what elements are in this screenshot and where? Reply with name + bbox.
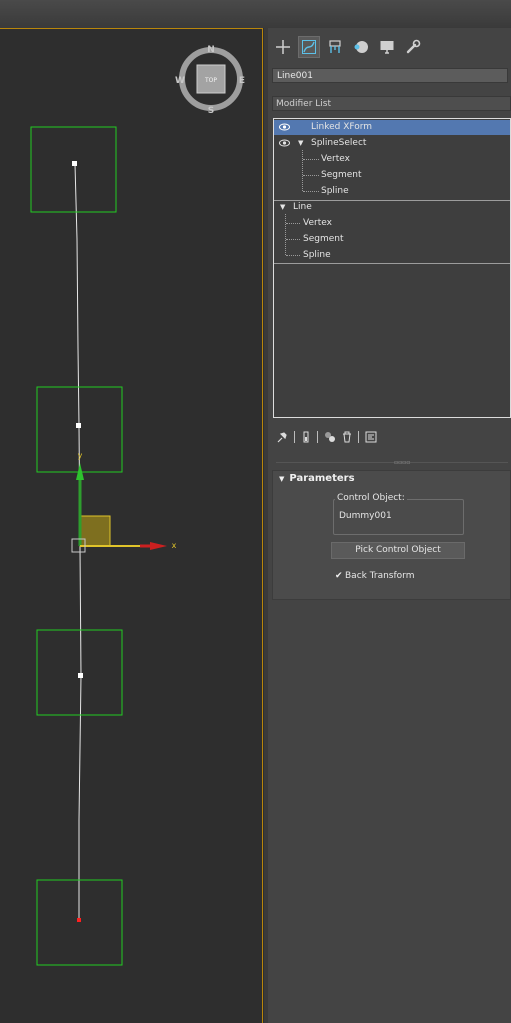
display-monitor-icon — [380, 41, 394, 54]
remove-modifier-button[interactable] — [342, 430, 352, 444]
tab-modify[interactable] — [298, 36, 320, 58]
tree-line — [303, 191, 319, 192]
stack-item-linked-xform[interactable]: Linked XForm — [274, 120, 510, 135]
modifier-list-dropdown[interactable]: Modifier List — [272, 96, 511, 111]
plus-icon — [276, 40, 290, 54]
expand-triangle-icon[interactable]: ▼ — [298, 136, 303, 151]
tree-line — [285, 214, 286, 255]
toolbar-divider — [317, 431, 318, 443]
eye-icon[interactable] — [279, 123, 290, 131]
toolbar-divider — [358, 431, 359, 443]
control-object-value: Dummy001 — [339, 511, 392, 521]
stack-item-line[interactable]: ▼ Line — [274, 200, 510, 215]
tree-line — [303, 159, 319, 160]
tree-line — [286, 239, 300, 240]
tree-line — [302, 150, 303, 191]
trash-icon — [343, 431, 351, 443]
configure-modifier-sets-button[interactable] — [365, 430, 377, 444]
stack-subitem-segment[interactable]: Segment — [303, 232, 344, 247]
checkmark-icon: ✔ — [335, 571, 343, 581]
back-transform-checkbox[interactable]: ✔ Back Transform — [335, 571, 414, 581]
tab-motion[interactable] — [350, 36, 372, 58]
eye-icon[interactable] — [279, 139, 290, 147]
stack-separator — [274, 263, 510, 264]
stack-item-splineselect[interactable]: ▼ SplineSelect — [274, 136, 510, 151]
stack-subitem-segment[interactable]: Segment — [321, 168, 362, 183]
back-transform-label: Back Transform — [345, 571, 415, 581]
stack-item-label: SplineSelect — [311, 138, 367, 148]
stack-toolbar — [276, 430, 377, 444]
tab-create[interactable] — [272, 36, 294, 58]
show-end-result-button[interactable] — [301, 430, 311, 444]
stack-item-label: Linked XForm — [311, 122, 373, 132]
tree-line — [286, 255, 300, 256]
tree-line — [286, 223, 300, 224]
stack-subitem-spline[interactable]: Spline — [303, 248, 331, 263]
stack-subitem-vertex[interactable]: Vertex — [303, 216, 332, 231]
toolbar-divider — [294, 431, 295, 443]
modify-curve-icon — [302, 40, 316, 54]
stack-subitem-spline[interactable]: Spline — [321, 184, 349, 199]
modifier-stack[interactable]: Linked XForm ▼ SplineSelect Vertex Segme… — [273, 118, 511, 418]
tab-display[interactable] — [376, 36, 398, 58]
object-name-field[interactable]: Line001 — [272, 68, 508, 83]
rollout-title: Parameters — [289, 473, 355, 484]
rollout-divider — [276, 462, 508, 463]
motion-sphere-icon — [354, 41, 368, 53]
make-unique-icon — [325, 432, 335, 442]
tab-utilities[interactable] — [402, 36, 424, 58]
control-object-label: Control Object: — [335, 493, 407, 503]
main-toolbar — [0, 0, 511, 29]
wrench-icon — [406, 39, 421, 54]
active-viewport-border — [0, 28, 263, 1023]
pick-control-object-button[interactable]: Pick Control Object — [331, 542, 465, 559]
stack-item-label: Line — [293, 202, 312, 212]
configure-sets-icon — [365, 431, 377, 443]
command-panel: Line001 Modifier List Linked XForm ▼ Spl… — [268, 28, 511, 1023]
parameters-rollout: ▼ Parameters Control Object: Dummy001 Pic… — [272, 470, 511, 600]
stack-subitem-vertex[interactable]: Vertex — [321, 152, 350, 167]
command-panel-tabs — [272, 36, 424, 58]
rollout-header[interactable]: ▼ Parameters — [279, 473, 355, 484]
end-result-icon — [303, 431, 309, 443]
hierarchy-icon — [329, 40, 341, 53]
collapse-triangle-icon: ▼ — [279, 475, 285, 483]
grip-handle-icon[interactable]: ▫▫▫▫ — [394, 459, 410, 466]
expand-triangle-icon[interactable]: ▼ — [280, 200, 285, 215]
tab-hierarchy[interactable] — [324, 36, 346, 58]
make-unique-button[interactable] — [324, 430, 336, 444]
pin-stack-button[interactable] — [276, 430, 288, 444]
pin-icon — [277, 432, 287, 443]
tree-line — [303, 175, 319, 176]
